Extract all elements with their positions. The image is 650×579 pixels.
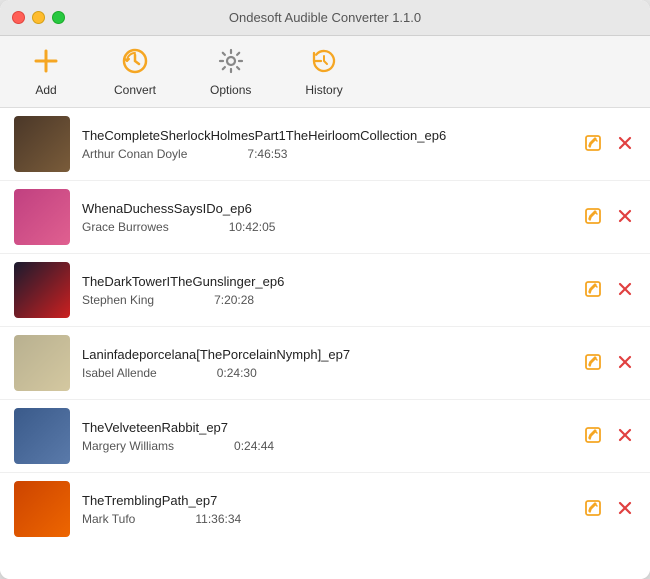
options-icon: [217, 47, 245, 79]
book-title: WhenaDuchessSaysIDo_ep6: [82, 201, 582, 216]
options-label: Options: [210, 83, 251, 97]
book-duration: 0:24:44: [234, 439, 274, 453]
toolbar: Add Convert Options: [0, 36, 650, 108]
book-duration: 7:46:53: [247, 147, 287, 161]
book-author: Stephen King: [82, 293, 154, 307]
table-row: Laninfadeporcelana[ThePorcelainNymph]_ep…: [0, 327, 650, 400]
table-row: WhenaDuchessSaysIDo_ep6 Grace Burrowes 1…: [0, 181, 650, 254]
book-meta-row: Isabel Allende 0:24:30: [82, 366, 582, 380]
delete-button[interactable]: [614, 424, 636, 449]
edit-button[interactable]: [582, 497, 604, 522]
history-icon: [310, 47, 338, 79]
table-row: TheCompleteSherlockHolmesPart1TheHeirloo…: [0, 108, 650, 181]
book-duration: 10:42:05: [229, 220, 276, 234]
add-label: Add: [35, 83, 56, 97]
delete-button[interactable]: [614, 351, 636, 376]
book-actions: [582, 278, 636, 303]
convert-icon: [121, 47, 149, 79]
delete-button[interactable]: [614, 132, 636, 157]
app-window: Ondesoft Audible Converter 1.1.0 Add: [0, 0, 650, 579]
table-row: TheVelveteenRabbit_ep7 Margery Williams …: [0, 400, 650, 473]
book-author: Isabel Allende: [82, 366, 157, 380]
book-duration: 0:24:30: [217, 366, 257, 380]
book-author: Mark Tufo: [82, 512, 135, 526]
book-meta-row: Margery Williams 0:24:44: [82, 439, 582, 453]
table-row: TheDarkTowerITheGunslinger_ep6 Stephen K…: [0, 254, 650, 327]
book-actions: [582, 132, 636, 157]
book-actions: [582, 497, 636, 522]
book-duration: 7:20:28: [214, 293, 254, 307]
book-title: Laninfadeporcelana[ThePorcelainNymph]_ep…: [82, 347, 582, 362]
edit-button[interactable]: [582, 278, 604, 303]
book-author: Grace Burrowes: [82, 220, 169, 234]
edit-button[interactable]: [582, 132, 604, 157]
book-cover: [14, 116, 70, 172]
book-title: TheVelveteenRabbit_ep7: [82, 420, 582, 435]
book-meta-row: Stephen King 7:20:28: [82, 293, 582, 307]
options-button[interactable]: Options: [198, 41, 263, 103]
book-list: TheCompleteSherlockHolmesPart1TheHeirloo…: [0, 108, 650, 579]
book-duration: 11:36:34: [195, 512, 241, 526]
convert-label: Convert: [114, 83, 156, 97]
book-cover: [14, 262, 70, 318]
history-label: History: [305, 83, 342, 97]
zoom-button[interactable]: [52, 11, 65, 24]
convert-button[interactable]: Convert: [102, 41, 168, 103]
title-bar: Ondesoft Audible Converter 1.1.0: [0, 0, 650, 36]
table-row: TheTremblingPath_ep7 Mark Tufo 11:36:34: [0, 473, 650, 545]
book-meta-row: Grace Burrowes 10:42:05: [82, 220, 582, 234]
history-button[interactable]: History: [293, 41, 354, 103]
minimize-button[interactable]: [32, 11, 45, 24]
add-icon: [32, 47, 60, 79]
close-button[interactable]: [12, 11, 25, 24]
book-info: TheTremblingPath_ep7 Mark Tufo 11:36:34: [82, 493, 582, 526]
book-cover: [14, 408, 70, 464]
book-meta-row: Arthur Conan Doyle 7:46:53: [82, 147, 582, 161]
book-actions: [582, 351, 636, 376]
add-button[interactable]: Add: [20, 41, 72, 103]
delete-button[interactable]: [614, 278, 636, 303]
edit-button[interactable]: [582, 424, 604, 449]
book-cover: [14, 481, 70, 537]
book-cover: [14, 335, 70, 391]
book-info: TheVelveteenRabbit_ep7 Margery Williams …: [82, 420, 582, 453]
delete-button[interactable]: [614, 205, 636, 230]
book-info: Laninfadeporcelana[ThePorcelainNymph]_ep…: [82, 347, 582, 380]
book-title: TheDarkTowerITheGunslinger_ep6: [82, 274, 582, 289]
book-info: TheDarkTowerITheGunslinger_ep6 Stephen K…: [82, 274, 582, 307]
book-title: TheCompleteSherlockHolmesPart1TheHeirloo…: [82, 128, 582, 143]
book-cover: [14, 189, 70, 245]
delete-button[interactable]: [614, 497, 636, 522]
window-title: Ondesoft Audible Converter 1.1.0: [229, 10, 421, 25]
book-actions: [582, 424, 636, 449]
book-author: Arthur Conan Doyle: [82, 147, 187, 161]
book-info: WhenaDuchessSaysIDo_ep6 Grace Burrowes 1…: [82, 201, 582, 234]
book-meta-row: Mark Tufo 11:36:34: [82, 512, 582, 526]
edit-button[interactable]: [582, 205, 604, 230]
book-title: TheTremblingPath_ep7: [82, 493, 582, 508]
book-info: TheCompleteSherlockHolmesPart1TheHeirloo…: [82, 128, 582, 161]
book-actions: [582, 205, 636, 230]
book-author: Margery Williams: [82, 439, 174, 453]
traffic-lights: [12, 11, 65, 24]
edit-button[interactable]: [582, 351, 604, 376]
